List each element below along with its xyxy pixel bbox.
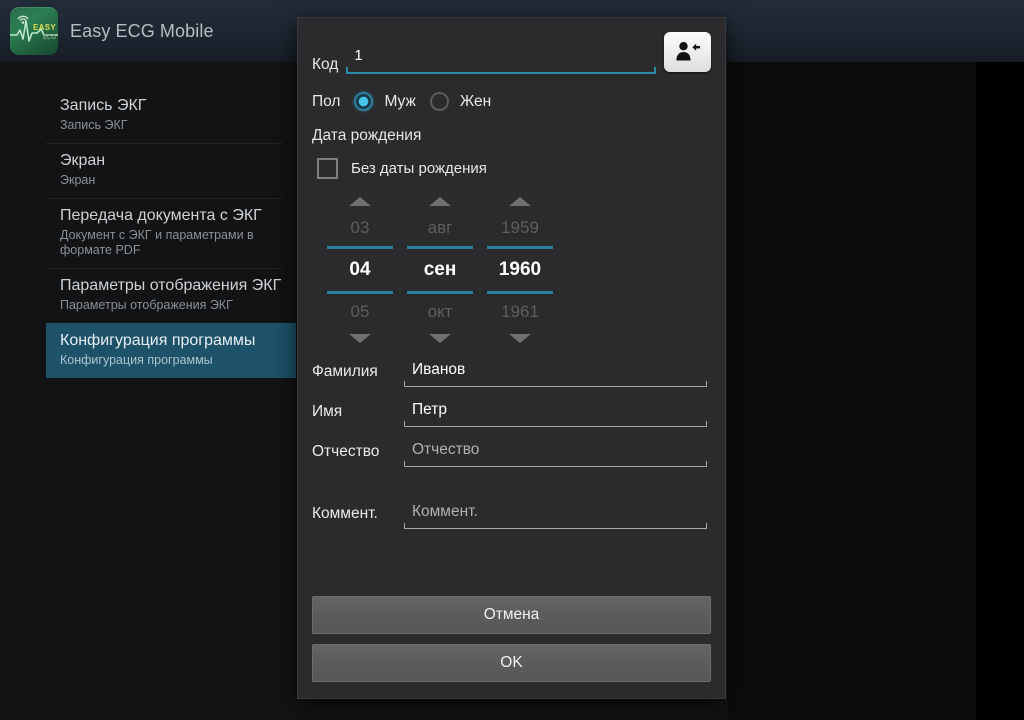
sidebar-item-title: Экран bbox=[60, 152, 106, 169]
day-increment-icon[interactable] bbox=[349, 197, 371, 206]
app-title: Easy ECG Mobile bbox=[70, 20, 214, 41]
month-next-value[interactable]: окт bbox=[400, 300, 480, 324]
sidebar-item-subtitle: Документ с ЭКГ и параметрами в формате P… bbox=[60, 228, 254, 257]
app-window: EASY ECG Easy ECG Mobile Запись ЭКГ Запи… bbox=[0, 0, 1024, 720]
person-import-icon bbox=[675, 42, 700, 61]
firstname-row: Имя Петр bbox=[312, 401, 711, 427]
no-birthdate-row[interactable]: Без даты рождения bbox=[312, 158, 711, 179]
settings-sidebar[interactable]: Запись ЭКГ Запись ЭКГ Экран Экран Переда… bbox=[46, 88, 296, 378]
patient-dialog-body: Код 1 Пол Муж Жен Дата рождения Без даты… bbox=[298, 18, 725, 529]
lastname-input[interactable]: Иванов bbox=[404, 361, 707, 387]
right-column bbox=[726, 62, 977, 720]
year-decrement-icon[interactable] bbox=[509, 334, 531, 343]
code-label: Код bbox=[312, 56, 339, 73]
sidebar-item-subtitle: Параметры отображения ЭКГ bbox=[60, 298, 233, 312]
patronymic-input-underline bbox=[404, 461, 707, 467]
year-prev-value[interactable]: 1959 bbox=[480, 216, 560, 240]
gender-radio-female-label: Жен bbox=[459, 92, 492, 110]
gender-radio-female[interactable] bbox=[429, 92, 449, 111]
patronymic-row: Отчество Отчество bbox=[312, 441, 711, 467]
sidebar-item-program-config[interactable]: Конфигурация программы Конфигурация прог… bbox=[46, 323, 296, 378]
sidebar-item-display-params[interactable]: Параметры отображения ЭКГ Параметры отоб… bbox=[46, 268, 296, 323]
lastname-input-underline bbox=[404, 381, 707, 387]
sidebar-item-title: Передача документа с ЭКГ bbox=[60, 207, 262, 224]
comment-input[interactable]: Коммент. bbox=[404, 503, 707, 529]
far-right-edge bbox=[976, 62, 1024, 720]
day-divider-top bbox=[327, 246, 393, 249]
sidebar-item-subtitle: Экран bbox=[60, 173, 96, 187]
month-divider-top bbox=[407, 246, 473, 249]
firstname-input[interactable]: Петр bbox=[404, 401, 707, 427]
day-next-value[interactable]: 05 bbox=[320, 300, 400, 324]
gender-row: Пол Муж Жен bbox=[312, 92, 711, 111]
import-patient-button[interactable] bbox=[664, 32, 711, 72]
firstname-label: Имя bbox=[312, 403, 343, 420]
year-current-value[interactable]: 1960 bbox=[480, 255, 560, 285]
patronymic-input-placeholder: Отчество bbox=[412, 441, 480, 458]
comment-input-underline bbox=[404, 523, 707, 529]
gender-label: Пол bbox=[312, 92, 341, 110]
comment-label: Коммент. bbox=[312, 505, 378, 522]
birthdate-label: Дата рождения bbox=[312, 127, 422, 144]
patronymic-label: Отчество bbox=[312, 443, 380, 460]
year-divider-bottom bbox=[487, 291, 553, 294]
day-divider-bottom bbox=[327, 291, 393, 294]
day-decrement-icon[interactable] bbox=[349, 334, 371, 343]
lastname-row: Фамилия Иванов bbox=[312, 361, 711, 387]
day-prev-value[interactable]: 03 bbox=[320, 216, 400, 240]
year-spinner[interactable]: 1959 1960 1961 bbox=[480, 193, 560, 347]
gender-radio-male-label: Муж bbox=[384, 92, 416, 110]
easy-ecg-logo-icon: EASY ECG bbox=[10, 7, 58, 55]
no-birthdate-checkbox[interactable] bbox=[317, 158, 338, 179]
month-increment-icon[interactable] bbox=[429, 197, 451, 206]
birthdate-picker[interactable]: 03 04 05 авг сен окт 1959 1960 1961 bbox=[312, 193, 711, 347]
comment-row: Коммент. Коммент. bbox=[312, 503, 711, 529]
gender-radio-male[interactable] bbox=[354, 92, 374, 111]
month-decrement-icon[interactable] bbox=[429, 334, 451, 343]
sidebar-item-document-transfer[interactable]: Передача документа с ЭКГ Документ с ЭКГ … bbox=[46, 198, 296, 268]
day-spinner[interactable]: 03 04 05 bbox=[320, 193, 400, 347]
year-increment-icon[interactable] bbox=[509, 197, 531, 206]
dialog-button-bar: Отмена OK bbox=[312, 596, 711, 682]
firstname-input-value: Петр bbox=[412, 401, 447, 418]
sidebar-item-ecg-record[interactable]: Запись ЭКГ Запись ЭКГ bbox=[46, 88, 296, 143]
code-input-value: 1 bbox=[354, 47, 363, 64]
sidebar-item-title: Параметры отображения ЭКГ bbox=[60, 277, 282, 294]
year-next-value[interactable]: 1961 bbox=[480, 300, 560, 324]
no-birthdate-label: Без даты рождения bbox=[351, 160, 487, 177]
sidebar-item-title: Запись ЭКГ bbox=[60, 97, 147, 114]
sidebar-item-title: Конфигурация программы bbox=[60, 332, 256, 349]
month-prev-value[interactable]: авг bbox=[400, 216, 480, 240]
code-input-underline bbox=[346, 67, 656, 74]
lastname-input-value: Иванов bbox=[412, 361, 466, 378]
ok-button[interactable]: OK bbox=[312, 644, 711, 682]
sidebar-item-subtitle: Запись ЭКГ bbox=[60, 118, 128, 132]
day-current-value[interactable]: 04 bbox=[320, 255, 400, 285]
logo-ecg-text: ECG bbox=[42, 35, 56, 41]
month-spinner[interactable]: авг сен окт bbox=[400, 193, 480, 347]
logo-easy-text: EASY bbox=[33, 23, 56, 32]
patient-dialog: Код 1 Пол Муж Жен Дата рождения Без даты… bbox=[298, 18, 725, 698]
code-input[interactable]: 1 bbox=[346, 47, 656, 74]
month-current-value[interactable]: сен bbox=[400, 255, 480, 285]
year-divider-top bbox=[487, 246, 553, 249]
firstname-input-underline bbox=[404, 421, 707, 427]
sidebar-item-subtitle: Конфигурация программы bbox=[60, 353, 213, 367]
month-divider-bottom bbox=[407, 291, 473, 294]
cancel-button[interactable]: Отмена bbox=[312, 596, 711, 634]
sidebar-item-screen[interactable]: Экран Экран bbox=[46, 143, 296, 198]
patronymic-input[interactable]: Отчество bbox=[404, 441, 707, 467]
code-row: Код 1 bbox=[312, 32, 711, 74]
lastname-label: Фамилия bbox=[312, 363, 378, 380]
comment-input-placeholder: Коммент. bbox=[412, 503, 478, 520]
